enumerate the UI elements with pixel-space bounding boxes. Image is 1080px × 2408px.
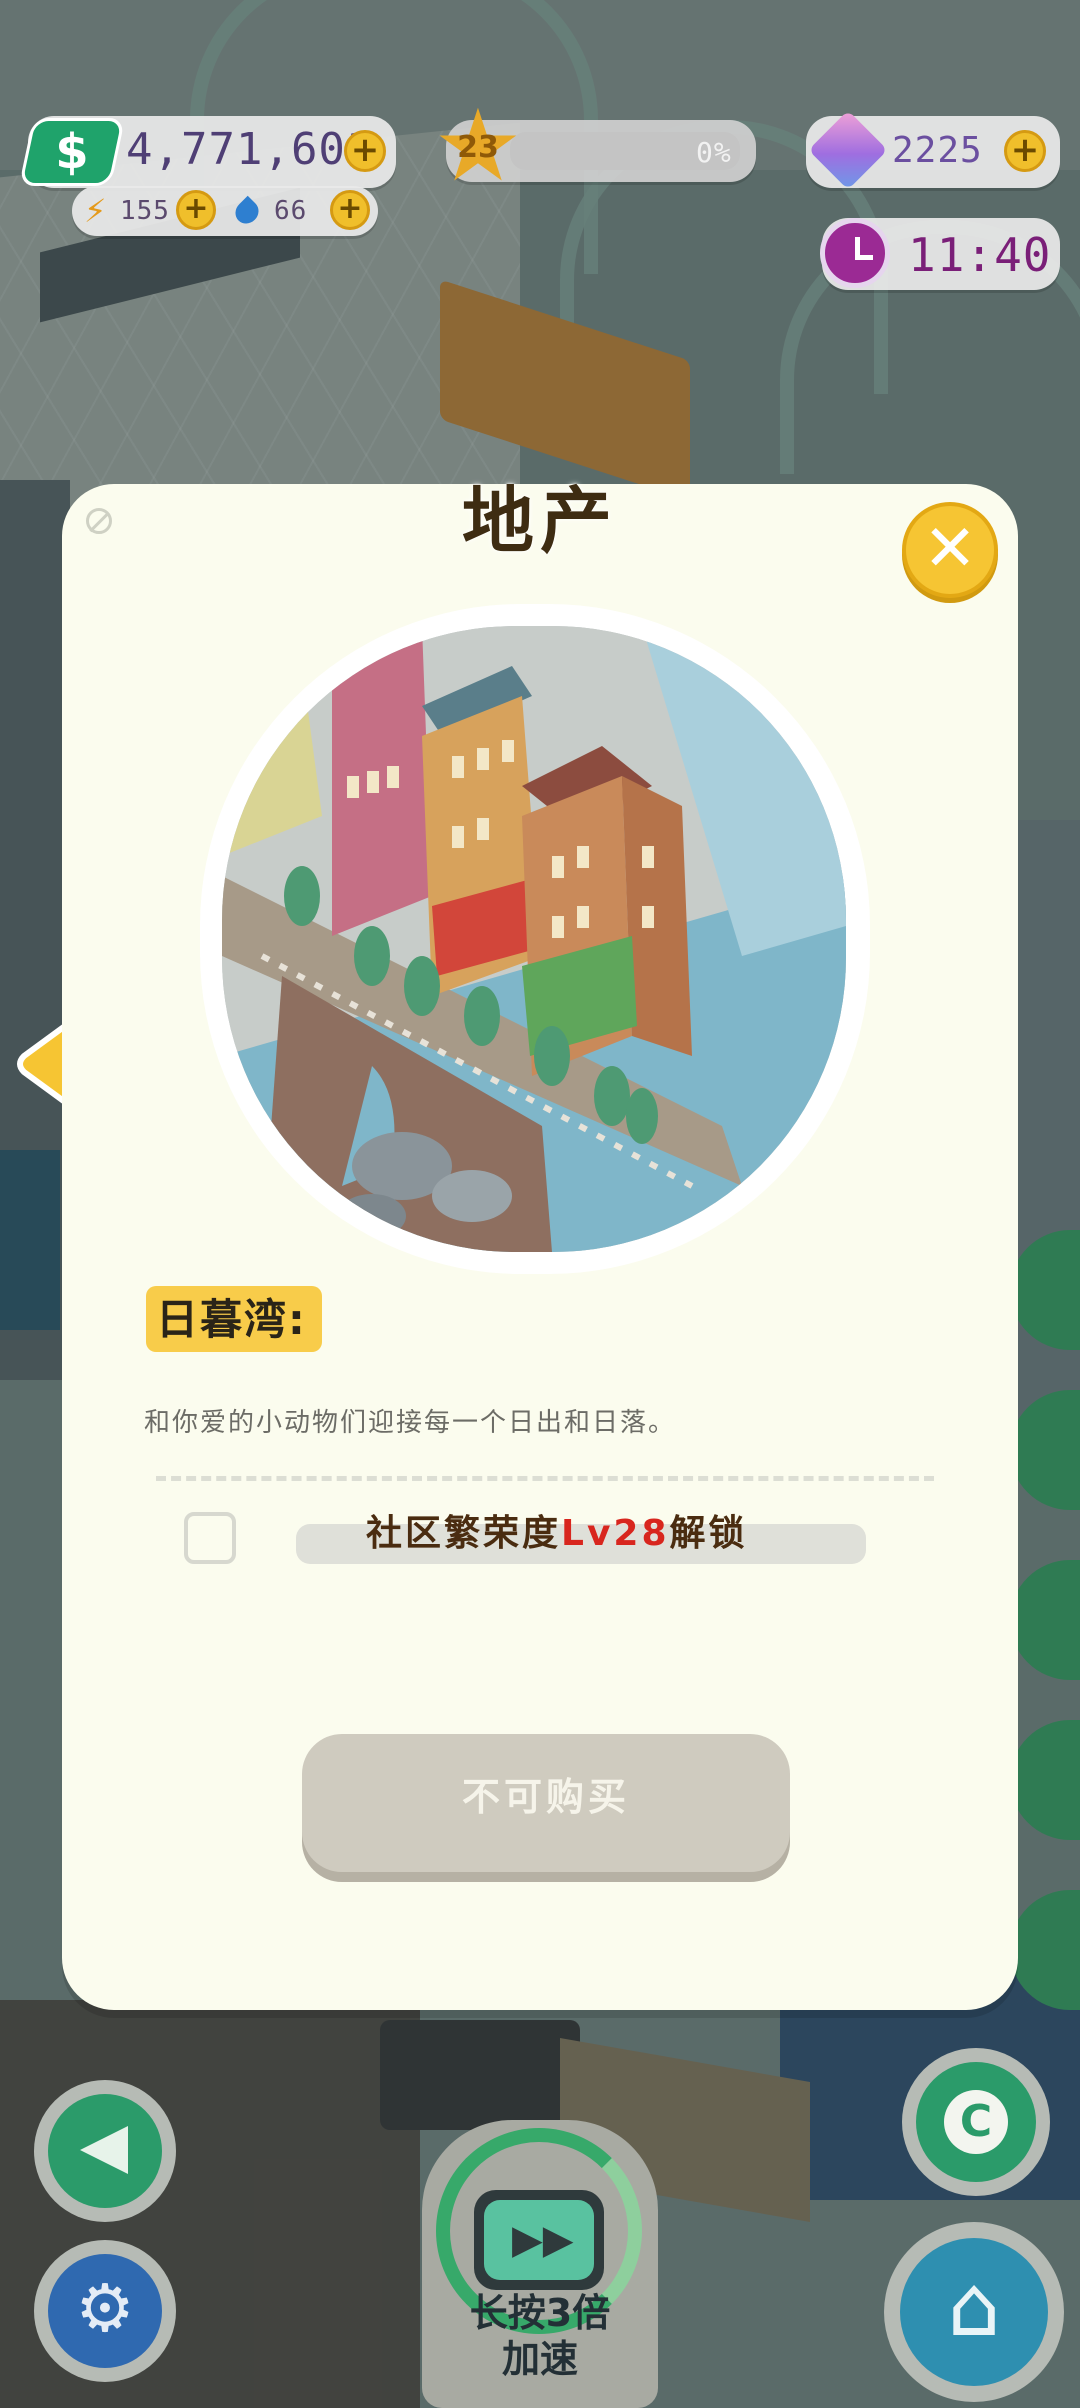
requirement-level: Lv28	[561, 1513, 670, 1554]
add-money-button[interactable]: +	[344, 130, 386, 172]
purchase-button[interactable]: 不可购买	[302, 1734, 790, 1872]
purchase-button-label: 不可购买	[461, 1775, 630, 1819]
announcement-button[interactable]	[34, 2080, 176, 2222]
home-build-button[interactable]: ⌂	[884, 2222, 1064, 2402]
close-icon: ✕	[923, 512, 977, 586]
tv-fast-forward-icon: ▶▶	[474, 2190, 604, 2290]
clock-icon	[820, 218, 890, 288]
level-value: 23	[457, 130, 499, 165]
money-value: 4,771,601	[126, 124, 374, 175]
close-button[interactable]: ✕	[902, 502, 998, 598]
coin-c-button[interactable]: C	[902, 2048, 1050, 2196]
water-value: 66	[274, 196, 308, 226]
level-progress-text: 0%	[696, 136, 732, 169]
add-gems-button[interactable]: +	[1004, 130, 1046, 172]
boost-label-line2: 加速	[501, 2337, 578, 2381]
gems-value: 2225	[892, 130, 983, 171]
unlock-requirement: 社区繁荣度Lv28解锁	[366, 1504, 748, 1556]
settings-gear-icon: ⚙	[75, 2270, 135, 2347]
property-illustration	[222, 626, 846, 1252]
unlock-checkbox[interactable]	[184, 1512, 236, 1564]
dollar-icon: $	[18, 118, 126, 186]
c-coin-icon: C	[944, 2090, 1008, 2154]
energy-value: 155	[120, 196, 170, 226]
divider	[156, 1476, 934, 1481]
boost-label-line1: 长按3倍	[469, 2291, 611, 2335]
timer-value: 11:40	[908, 228, 1052, 282]
add-water-button[interactable]: +	[330, 190, 370, 230]
property-description: 和你爱的小动物们迎接每一个日出和日落。	[144, 1408, 677, 1438]
settings-button[interactable]: ⚙	[34, 2240, 176, 2382]
energy-icon: ⚡	[84, 192, 107, 230]
home-wrench-icon: ⌂	[947, 2257, 1001, 2355]
requirement-suffix: 解锁	[669, 1513, 748, 1554]
location-name: 日暮湾:	[156, 1295, 307, 1344]
megaphone-icon	[80, 2126, 128, 2174]
add-energy-button[interactable]: +	[176, 190, 216, 230]
requirement-prefix: 社区繁荣度	[366, 1513, 562, 1554]
